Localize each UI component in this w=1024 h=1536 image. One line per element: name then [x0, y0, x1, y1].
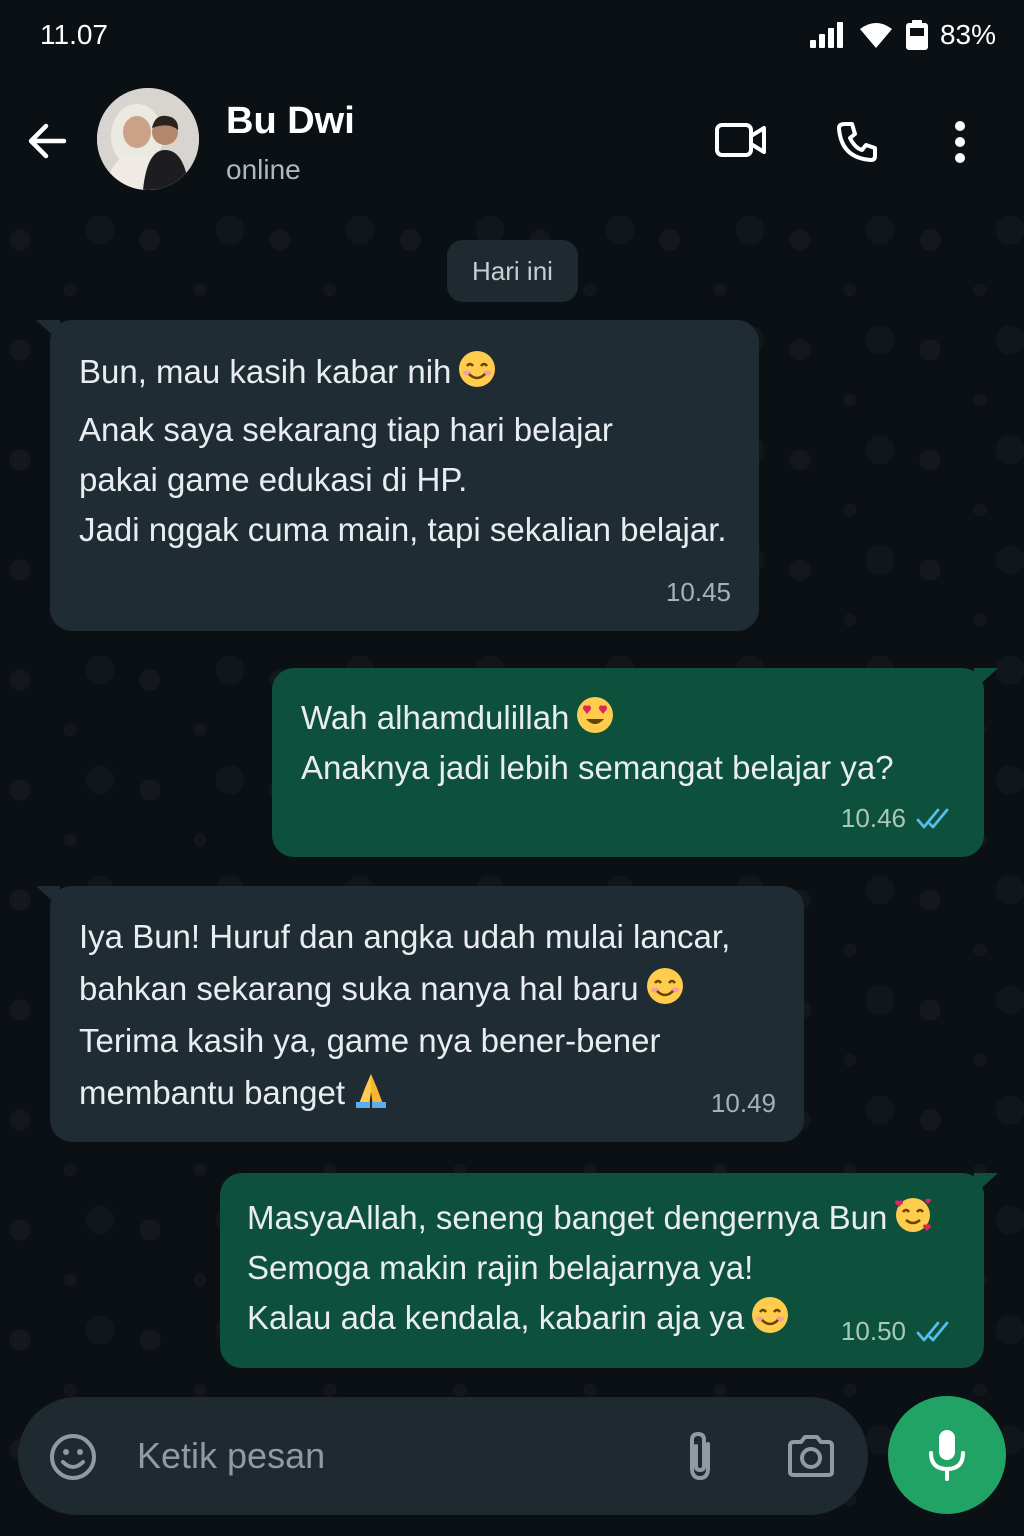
emoji-icon: [50, 1434, 96, 1480]
message-line: bahkan sekarang suka nanya hal baru: [79, 963, 730, 1015]
date-separator: Hari ini: [447, 240, 578, 302]
voice-message-button[interactable]: [888, 1396, 1006, 1514]
emoji-button[interactable]: [48, 1432, 98, 1487]
battery-icon: [905, 20, 928, 50]
message-line: MasyaAllah, seneng banget dengernya Bun: [247, 1193, 933, 1243]
message-incoming[interactable]: Bun, mau kasih kabar nih Anak saya sekar…: [36, 320, 759, 631]
message-incoming[interactable]: Iya Bun! Huruf dan angka udah mulai lanc…: [36, 886, 804, 1142]
video-call-button[interactable]: [714, 120, 768, 165]
message-line: Jadi nggak cuma main, tapi sekalian bela…: [79, 511, 727, 549]
attach-button[interactable]: [682, 1430, 718, 1487]
contact-name[interactable]: Bu Dwi: [226, 100, 355, 143]
bubble-tail: [36, 320, 60, 342]
back-arrow-icon: [28, 123, 67, 159]
smiling-hearts-emoji-icon: [887, 1198, 933, 1236]
read-ticks-icon: [916, 808, 949, 829]
status-time: 11.07: [40, 19, 108, 50]
message-line: Bun, mau kasih kabar nih: [79, 347, 727, 397]
battery-percent: 83%: [939, 19, 996, 50]
avatar[interactable]: [97, 88, 199, 190]
more-options-button[interactable]: [948, 120, 972, 169]
message-time: 10.46: [840, 803, 906, 834]
message-line: Semoga makin rajin belajarnya ya!: [247, 1249, 754, 1287]
bubble-tail: [974, 1173, 998, 1195]
phone-icon: [837, 122, 877, 162]
attach-icon: [690, 1431, 710, 1481]
wifi-icon: [859, 23, 892, 48]
message-line: Anaknya jadi lebih semangat belajar ya?: [301, 749, 894, 787]
message-composer[interactable]: Ketik pesan: [18, 1397, 868, 1515]
message-line: Wah alhamdulillah: [301, 693, 894, 743]
status-icons: 83%: [809, 19, 996, 51]
message-outgoing[interactable]: MasyaAllah, seneng banget dengernya Bun …: [220, 1173, 998, 1368]
back-button[interactable]: [24, 118, 70, 164]
voice-call-button[interactable]: [835, 120, 879, 169]
message-line: pakai game edukasi di HP.: [79, 461, 468, 499]
bubble-tail: [36, 886, 60, 908]
message-outgoing[interactable]: Wah alhamdulillah Anaknya jadi lebih sem…: [272, 668, 998, 857]
message-time: 10.50: [840, 1316, 906, 1347]
signal-icon: [809, 22, 843, 48]
message-line: Iya Bun! Huruf dan angka udah mulai lanc…: [79, 918, 731, 955]
mic-icon: [929, 1430, 965, 1481]
camera-button[interactable]: [786, 1434, 836, 1483]
message-input[interactable]: Ketik pesan: [137, 1435, 325, 1477]
message-text: MasyaAllah, seneng banget dengernya Bun …: [247, 1193, 933, 1343]
smiling-emoji-icon: [744, 1297, 790, 1336]
video-call-icon: [715, 123, 766, 157]
message-line: Anak saya sekarang tiap hari belajar: [79, 411, 613, 449]
avatar-photo-icon: [97, 88, 199, 190]
status-bar: 11.07 83%: [0, 0, 1024, 70]
message-line: membantu banget: [79, 1067, 730, 1119]
more-vert-icon: [955, 121, 965, 163]
folded-hands-emoji-icon: [345, 1074, 391, 1111]
message-meta: 10.46: [841, 799, 956, 839]
message-time: 10.49: [710, 1088, 776, 1119]
message-time: 10.45: [665, 577, 731, 608]
message-meta: 10.49: [711, 1084, 776, 1124]
message-text: Bun, mau kasih kabar nih Anak saya sekar…: [79, 347, 727, 556]
contact-status: online: [226, 154, 301, 185]
message-line: Kalau ada kendala, kabarin aja ya: [247, 1293, 933, 1343]
message-meta: 10.45: [666, 573, 731, 613]
camera-icon: [788, 1435, 834, 1477]
bubble-tail: [974, 668, 998, 690]
read-ticks-icon: [916, 1321, 949, 1342]
message-line: Terima kasih ya, game nya bener-bener: [79, 1022, 661, 1060]
message-text: Wah alhamdulillah Anaknya jadi lebih sem…: [301, 693, 894, 793]
message-meta: 10.50: [841, 1312, 956, 1352]
smiling-emoji-icon: [639, 968, 685, 1007]
smiling-emoji-icon: [451, 351, 497, 390]
chat-header: Bu Dwi online: [0, 70, 1024, 210]
heart-eyes-emoji-icon: [569, 697, 615, 736]
message-text: Iya Bun! Huruf dan angka udah mulai lanc…: [79, 911, 730, 1120]
